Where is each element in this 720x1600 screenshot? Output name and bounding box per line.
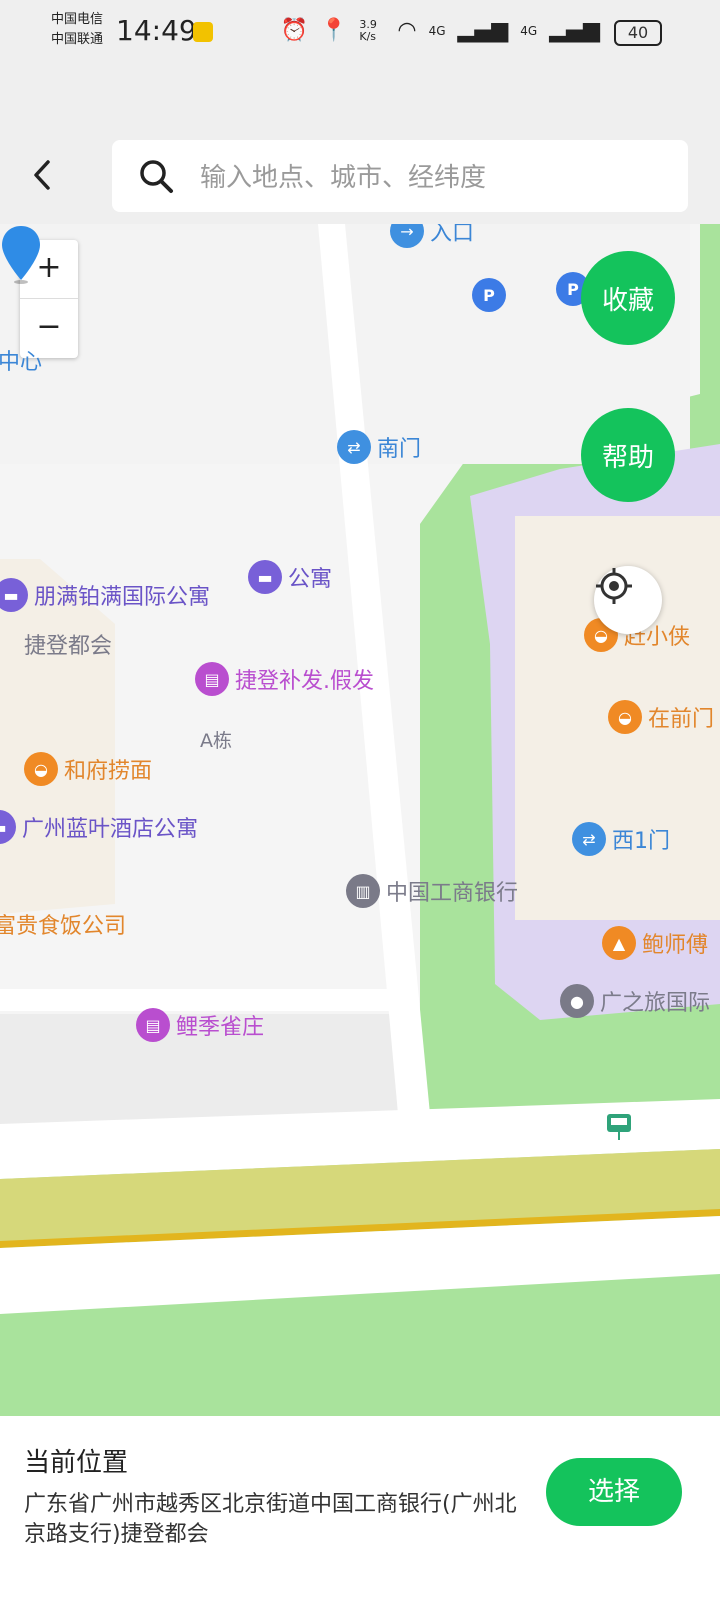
signal-bars-icon: ▂▄▆ bbox=[457, 18, 509, 43]
poi-guangzhilv[interactable]: ● 广之旅国际 bbox=[560, 984, 710, 1018]
status-bar: 中国电信 中国联通 14:49 ⏰ 📍 3.9 K/s ◠ 4G ▂▄▆ 4G … bbox=[0, 0, 720, 64]
signal-2: 4G bbox=[520, 23, 538, 38]
poi-center[interactable]: 中心 bbox=[0, 344, 42, 376]
poi-label: 广之旅国际 bbox=[600, 991, 711, 1016]
poi-label: 入口 bbox=[430, 224, 475, 246]
gate-icon: ⇄ bbox=[337, 430, 371, 464]
dot-icon: ● bbox=[560, 984, 594, 1018]
poi-liji[interactable]: ▤ 鲤季雀庄 bbox=[136, 1008, 264, 1042]
poi-south-gate[interactable]: ⇄ 南门 bbox=[337, 430, 421, 464]
gate-icon: ⇄ bbox=[572, 822, 606, 856]
carrier-2: 中国联通 bbox=[51, 32, 104, 47]
help-button[interactable]: 帮助 bbox=[581, 408, 675, 502]
search-box[interactable] bbox=[112, 140, 688, 212]
bus-stop-icon bbox=[607, 1114, 631, 1140]
poi-label: 和府捞面 bbox=[64, 759, 153, 784]
hotel-icon: ▬ bbox=[248, 560, 282, 594]
back-button[interactable] bbox=[22, 150, 62, 200]
chevron-left-icon bbox=[34, 160, 50, 190]
notification-icon bbox=[193, 22, 213, 42]
hotel-icon: ▬ bbox=[0, 578, 28, 612]
crosshair-icon bbox=[596, 568, 632, 604]
poi-zaiqianmen[interactable]: ◒ 在前门 bbox=[608, 700, 714, 734]
location-marker-icon bbox=[2, 226, 40, 284]
poi-entrance[interactable]: → 入口 bbox=[390, 224, 474, 248]
poi-jiedeng-hair[interactable]: ▤ 捷登补发.假发 bbox=[195, 662, 374, 696]
poi-pengman[interactable]: ▬ 朋满铂满国际公寓 bbox=[0, 578, 210, 612]
hotel-icon: ▬ bbox=[0, 810, 16, 844]
poi-label: 西1门 bbox=[612, 829, 670, 854]
locate-button[interactable] bbox=[594, 566, 662, 634]
carrier-info: 中国电信 中国联通 bbox=[51, 10, 103, 50]
poi-label: 公寓 bbox=[288, 567, 333, 592]
carrier-1: 中国电信 bbox=[51, 12, 104, 27]
poi-fugui[interactable]: 富贵食饭公司 bbox=[0, 908, 126, 940]
favorite-button[interactable]: 收藏 bbox=[581, 251, 675, 345]
entrance-icon: → bbox=[390, 224, 424, 248]
search-input[interactable] bbox=[198, 156, 672, 198]
search-icon bbox=[140, 160, 173, 193]
poi-hefu[interactable]: ◒ 和府捞面 bbox=[24, 752, 152, 786]
poi-label: 朋满铂满国际公寓 bbox=[34, 585, 211, 610]
map-view[interactable]: + − → 入口 P P 中心 ⇄ 南门 ▬ 公寓 ▬ 朋满铂满国际公寓 捷登都… bbox=[0, 224, 720, 1444]
battery-indicator: 40 bbox=[614, 20, 662, 46]
parking-icon: P bbox=[472, 278, 506, 312]
poi-building-a[interactable]: A栋 bbox=[200, 726, 232, 753]
poi-parking-1[interactable]: P bbox=[472, 278, 506, 312]
poi-icbc[interactable]: ▥ 中国工商银行 bbox=[346, 874, 518, 908]
current-location-panel: 当前位置 广东省广州市越秀区北京街道中国工商银行(广州北京路支行)捷登都会 选择 bbox=[0, 1416, 720, 1600]
signal-1: 4G bbox=[428, 23, 446, 38]
poi-label: 鲍师傅 bbox=[642, 933, 709, 958]
current-location-title: 当前位置 bbox=[24, 1448, 129, 1478]
poi-label: 南门 bbox=[377, 437, 422, 462]
poi-west-gate[interactable]: ⇄ 西1门 bbox=[572, 822, 670, 856]
search-bar bbox=[0, 128, 720, 224]
status-icons: ⏰ 📍 3.9 K/s ◠ 4G ▂▄▆ 4G ▂▄▆ bbox=[281, 18, 600, 43]
alarm-icon: ⏰ bbox=[280, 18, 308, 43]
poi-label: 捷登都会 bbox=[24, 634, 113, 659]
wifi-icon: ◠ bbox=[397, 18, 417, 43]
choose-button[interactable]: 选择 bbox=[546, 1458, 682, 1526]
shop-icon: ▤ bbox=[195, 662, 229, 696]
poi-baoshi[interactable]: ▲ 鲍师傅 bbox=[602, 926, 708, 960]
shop-icon: ▤ bbox=[136, 1008, 170, 1042]
poi-jiedeng-duhui[interactable]: 捷登都会 bbox=[24, 628, 112, 660]
poi-label: 中心 bbox=[0, 350, 43, 375]
net-speed: 3.9 K/s bbox=[359, 17, 377, 43]
current-location-address: 广东省广州市越秀区北京街道中国工商银行(广州北京路支行)捷登都会 bbox=[24, 1492, 517, 1547]
poi-label: 广州蓝叶酒店公寓 bbox=[22, 817, 199, 842]
poi-lanye[interactable]: ▬ 广州蓝叶酒店公寓 bbox=[0, 810, 198, 844]
poi-label: 在前门 bbox=[648, 707, 715, 732]
bakery-icon: ▲ bbox=[602, 926, 636, 960]
poi-label: 中国工商银行 bbox=[386, 881, 519, 906]
status-time: 14:49 bbox=[116, 14, 197, 47]
signal-bars-icon: ▂▄▆ bbox=[549, 18, 600, 43]
poi-apartment[interactable]: ▬ 公寓 bbox=[248, 560, 332, 594]
poi-label: 捷登补发.假发 bbox=[235, 669, 374, 694]
restaurant-icon: ◒ bbox=[24, 752, 58, 786]
poi-label: A栋 bbox=[200, 730, 232, 752]
bank-icon: ▥ bbox=[346, 874, 380, 908]
restaurant-icon: ◒ bbox=[608, 700, 642, 734]
poi-label: 富贵食饭公司 bbox=[0, 914, 127, 939]
location-icon: 📍 bbox=[319, 18, 348, 43]
poi-label: 鲤季雀庄 bbox=[176, 1015, 265, 1040]
